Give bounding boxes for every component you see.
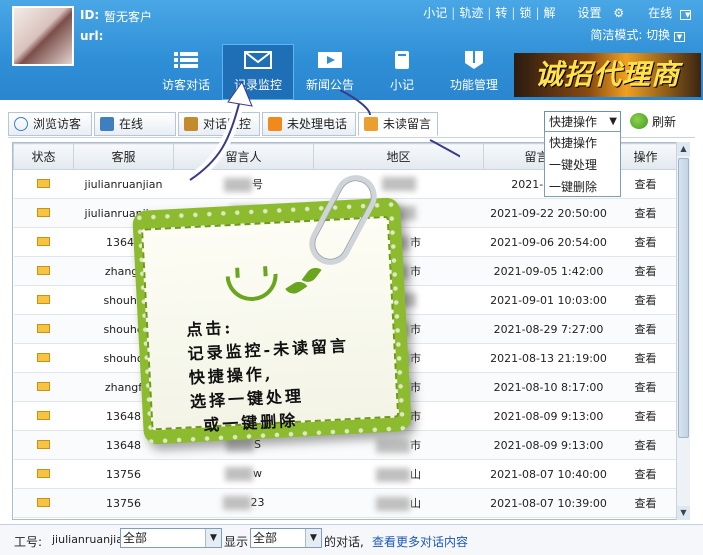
refresh-button[interactable]: 刷新 — [628, 113, 676, 130]
annotation-arrows — [187, 80, 460, 185]
unread-mail-icon — [13, 343, 74, 373]
unread-mail-icon — [13, 314, 74, 344]
scroll-up-icon[interactable]: ▲ — [677, 142, 690, 156]
link-lock[interactable]: 锁 — [515, 4, 535, 21]
time-cell: 2021-08-13 21:19:00 — [483, 343, 614, 373]
unread-mail-icon — [13, 227, 74, 257]
agent-filter-select[interactable]: 全部 ▼ — [120, 528, 222, 548]
unread-mail-icon — [13, 198, 74, 228]
view-link[interactable]: 查看 — [613, 343, 678, 373]
unread-mail-icon — [13, 488, 74, 518]
region-cell: 山 — [313, 459, 484, 489]
unread-mail-icon — [13, 169, 74, 199]
view-link[interactable]: 查看 — [613, 488, 678, 518]
job-value: jiulianruanjian — [52, 533, 130, 546]
view-link[interactable]: 查看 — [613, 198, 678, 228]
time-cell: 2021-09-05 1:42:00 — [483, 256, 614, 286]
option-one-click-delete[interactable]: 一键删除 — [545, 176, 620, 198]
id-value: 暂无客户 — [104, 10, 153, 24]
mode-switch[interactable]: 简洁模式: 切换 ▼ — [590, 26, 685, 43]
sender-cell: w — [173, 459, 314, 489]
dropdown-arrow-icon: ▼ — [305, 529, 321, 547]
refresh-icon — [630, 113, 648, 129]
dropdown-icon: ▼ — [674, 32, 685, 42]
chat-icon — [14, 117, 28, 131]
option-one-click-handle[interactable]: 一键处理 — [545, 154, 620, 176]
bottom-filter-bar: 工号: jiulianruanjian 全部 ▼ 显示 全部 ▼ 的对话, 查看更多… — [0, 524, 703, 555]
time-cell: 2021-08-29 7:27:00 — [483, 314, 614, 344]
top-links: 小记 | 轨迹 | 转 | 锁 | 解 设置 ⚙ 在线 ▼ — [419, 4, 695, 21]
time-cell: 2021-09-22 20:50:00 — [483, 198, 614, 228]
table-row[interactable]: 13648 S 市 2021-08-09 9:13:00 查看 — [13, 430, 678, 460]
region-cell: 山 — [313, 488, 484, 518]
link-unlock[interactable]: 解 — [540, 4, 560, 21]
agent-cell: jiulianruanjian — [73, 169, 174, 199]
view-link[interactable]: 查看 — [613, 430, 678, 460]
view-link[interactable]: 查看 — [613, 256, 678, 286]
time-cell: 2021-08-10 8:17:00 — [483, 372, 614, 402]
time-cell: 2021-08-09 9:13:00 — [483, 401, 614, 431]
view-link[interactable]: 查看 — [613, 459, 678, 489]
time-cell: 2021-08-09 9:13:00 — [483, 430, 614, 460]
col-agent: 客服 — [73, 143, 174, 170]
instruction-note: 点击: 记录监控-未读留言 快捷操作, 选择一键处理 或一键删除 — [132, 197, 412, 445]
col-action: 操作 — [613, 143, 678, 170]
calendar-icon — [100, 117, 114, 131]
time-cell: 2021-08-07 10:40:00 — [483, 459, 614, 489]
quick-action-dropdown: 快捷操作 一键处理 一键删除 — [544, 131, 621, 197]
dropdown-icon: ▼ — [680, 10, 691, 20]
settings-button[interactable]: 设置 ⚙ — [560, 4, 633, 21]
note-text: 点击: 记录监控-未读留言 快捷操作, 选择一键处理 或一键删除 — [185, 318, 350, 435]
sender-cell: 23 — [173, 488, 314, 518]
scroll-thumb[interactable] — [678, 158, 689, 438]
unread-mail-icon — [13, 256, 74, 286]
more-chats-link[interactable]: 查看更多对话内容 — [372, 533, 468, 550]
display-filter-select[interactable]: 全部 ▼ — [250, 528, 322, 548]
view-link[interactable]: 查看 — [613, 401, 678, 431]
online-status[interactable]: 在线 ▼ — [632, 4, 695, 21]
download-icon — [459, 50, 489, 70]
view-link[interactable]: 查看 — [613, 169, 678, 199]
job-label: 工号: — [14, 535, 43, 549]
dropdown-arrow-icon: ▼ — [205, 529, 221, 547]
table-row[interactable]: 13756 23 山 2021-08-07 10:39:00 查看 — [13, 488, 678, 518]
view-link[interactable]: 查看 — [613, 372, 678, 402]
link-track[interactable]: 轨迹 — [455, 4, 487, 21]
quick-action-select[interactable]: 快捷操作 ▼ — [544, 111, 621, 133]
unread-mail-icon — [13, 372, 74, 402]
view-link[interactable]: 查看 — [613, 227, 678, 257]
link-transfer[interactable]: 转 — [491, 4, 511, 21]
agent-cell: 13756 — [73, 459, 174, 489]
table-row[interactable]: 13756 w 山 2021-08-07 10:40:00 查看 — [13, 459, 678, 489]
promo-banner[interactable]: 诚招代理商 — [514, 53, 701, 97]
tab-browse-visitors[interactable]: 浏览访客 — [8, 112, 92, 136]
unread-mail-icon — [13, 401, 74, 431]
option-quick-action[interactable]: 快捷操作 — [545, 132, 620, 154]
region-cell: 市 — [313, 430, 484, 460]
link-note[interactable]: 小记 — [419, 4, 451, 21]
time-cell: 2021-09-06 20:54:00 — [483, 227, 614, 257]
unread-mail-icon — [13, 430, 74, 460]
view-link[interactable]: 查看 — [613, 314, 678, 344]
url-label: url: — [80, 29, 104, 43]
view-link[interactable]: 查看 — [613, 285, 678, 315]
vertical-scrollbar[interactable]: ▲ ▼ — [676, 142, 690, 520]
unread-mail-icon — [13, 459, 74, 489]
avatar[interactable] — [12, 6, 74, 66]
tab-online[interactable]: 在线 — [94, 112, 176, 136]
gear-icon: ⚙ — [613, 6, 625, 20]
agent-cell: 13756 — [73, 488, 174, 518]
time-cell: 2021-09-01 10:03:00 — [483, 285, 614, 315]
show-label: 显示 — [224, 535, 249, 549]
unread-mail-icon — [13, 285, 74, 315]
time-cell: 2021-08-07 10:39:00 — [483, 488, 614, 518]
suffix-label: 的对话, — [324, 535, 364, 549]
dropdown-arrow-icon: ▼ — [609, 116, 617, 127]
col-status: 状态 — [13, 143, 74, 170]
id-label: ID: — [80, 8, 100, 22]
scroll-down-icon[interactable]: ▼ — [677, 506, 690, 520]
